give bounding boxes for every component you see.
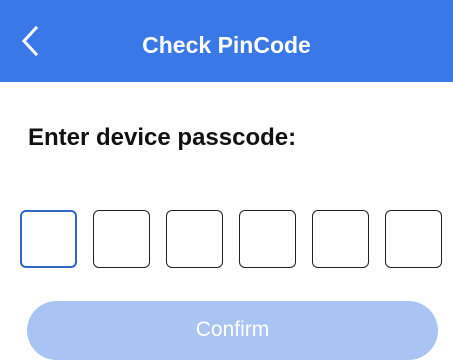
pin-digit-1[interactable] xyxy=(20,210,77,268)
pin-digit-4[interactable] xyxy=(239,210,296,268)
pin-digit-2[interactable] xyxy=(93,210,150,268)
confirm-button[interactable]: Confirm xyxy=(27,301,438,360)
pin-digit-3[interactable] xyxy=(166,210,223,268)
check-pincode-screen: Check PinCode Enter device passcode: Con… xyxy=(0,0,453,360)
pin-digit-6[interactable] xyxy=(385,210,442,268)
passcode-prompt: Enter device passcode: xyxy=(28,124,297,151)
pin-input-row xyxy=(20,210,444,272)
app-header: Check PinCode xyxy=(0,0,453,82)
pin-digit-5[interactable] xyxy=(312,210,369,268)
page-title: Check PinCode xyxy=(142,32,311,58)
